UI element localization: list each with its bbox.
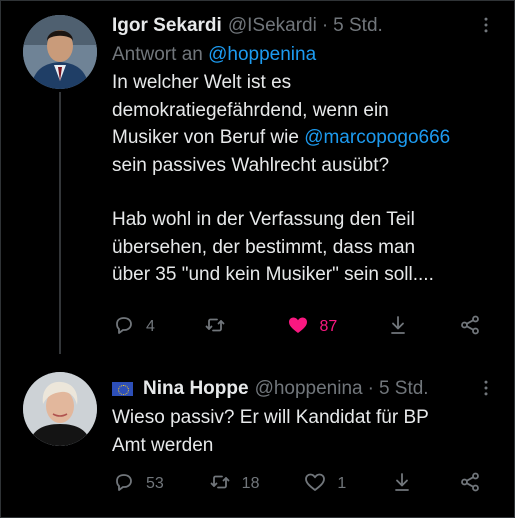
like-count: 1	[337, 475, 347, 492]
author-name[interactable]: Igor Sekardi	[112, 15, 222, 37]
reply-button[interactable]: 53	[112, 470, 164, 499]
tweet-body: Igor Sekardi @ISekardi · 5 Std. Antwort …	[112, 11, 497, 289]
tweet-text-line: Amt werden	[112, 434, 214, 456]
tweet-text-line: Hab wohl in der Verfassung den Teil	[112, 209, 415, 230]
share-button[interactable]	[458, 313, 482, 342]
retweet-button[interactable]: 18	[208, 470, 260, 499]
tweet-text-line: über 35 "und kein Musiker" sein soll....	[112, 264, 434, 285]
tweet-header: Igor Sekardi @ISekardi · 5 Std.	[112, 11, 497, 41]
tweet-text-line: übersehen, der bestimmt, dass man	[112, 236, 416, 258]
share-icon	[458, 313, 482, 342]
reply-prefix: Antwort an	[112, 44, 203, 65]
retweet-icon	[203, 313, 227, 342]
timestamp[interactable]: 5 Std.	[333, 15, 383, 37]
thread-line	[59, 92, 61, 354]
tweet-body: Nina Hoppe @hoppenina · 5 Std. Wieso pas…	[112, 374, 497, 459]
tweet-text-line: Wieso passiv? Er will Kandidat für BP	[112, 407, 429, 428]
reply-button[interactable]: 4	[112, 313, 155, 342]
avatar[interactable]	[23, 372, 97, 446]
reply-icon	[112, 313, 136, 342]
tweet-text-line: sein passives Wahlrecht ausübt?	[112, 154, 390, 176]
tweet[interactable]: Igor Sekardi @ISekardi · 5 Std. Antwort …	[0, 0, 515, 354]
more-icon[interactable]	[475, 11, 497, 39]
tweet-header: Nina Hoppe @hoppenina · 5 Std.	[112, 374, 497, 404]
eu-flag-icon	[112, 382, 133, 396]
reply-icon	[112, 470, 136, 499]
action-bar: 53 18 1	[112, 469, 482, 499]
author-handle[interactable]: @hoppenina	[255, 378, 363, 400]
retweet-count: 18	[241, 475, 260, 492]
download-button[interactable]	[386, 313, 410, 342]
heart-icon	[303, 470, 327, 499]
retweet-button[interactable]	[203, 313, 237, 342]
tweet-text-line: demokratiegefährdend, wenn ein	[112, 99, 389, 121]
separator-dot: ·	[321, 15, 329, 36]
avatar[interactable]	[23, 15, 97, 89]
download-icon	[386, 313, 410, 342]
action-bar: 4 87	[112, 312, 482, 342]
tweet[interactable]: Nina Hoppe @hoppenina · 5 Std. Wieso pas…	[0, 362, 515, 518]
reply-count: 4	[146, 318, 155, 335]
tweet-text-segment: Musiker von Beruf wie	[112, 127, 305, 148]
mention-link[interactable]: @marcopogo666	[304, 127, 450, 148]
share-button[interactable]	[458, 470, 482, 499]
like-button[interactable]: 87	[286, 313, 338, 342]
download-button[interactable]	[390, 470, 414, 499]
retweet-icon	[208, 470, 232, 499]
author-handle[interactable]: @ISekardi	[228, 15, 317, 37]
reply-count: 53	[146, 475, 164, 492]
tweet-text: In welcher Welt ist es demokratiegefährd…	[112, 69, 497, 289]
reply-context: Antwort an @hoppenina	[112, 41, 497, 69]
reply-handle-link[interactable]: @hoppenina	[208, 44, 316, 65]
tweet-text-line: Musiker von Beruf wie @marcopogo666	[112, 124, 497, 152]
download-icon	[390, 470, 414, 499]
heart-filled-icon	[286, 313, 310, 342]
timestamp[interactable]: 5 Std.	[379, 378, 429, 400]
like-count: 87	[319, 318, 338, 335]
author-name[interactable]: Nina Hoppe	[143, 378, 249, 400]
like-button[interactable]: 1	[303, 470, 346, 499]
tweet-text-line: In welcher Welt ist es	[112, 72, 292, 93]
separator-dot: ·	[367, 378, 374, 399]
more-icon[interactable]	[475, 374, 497, 402]
share-icon	[458, 470, 482, 499]
tweet-text: Wieso passiv? Er will Kandidat für BP Am…	[112, 404, 497, 459]
